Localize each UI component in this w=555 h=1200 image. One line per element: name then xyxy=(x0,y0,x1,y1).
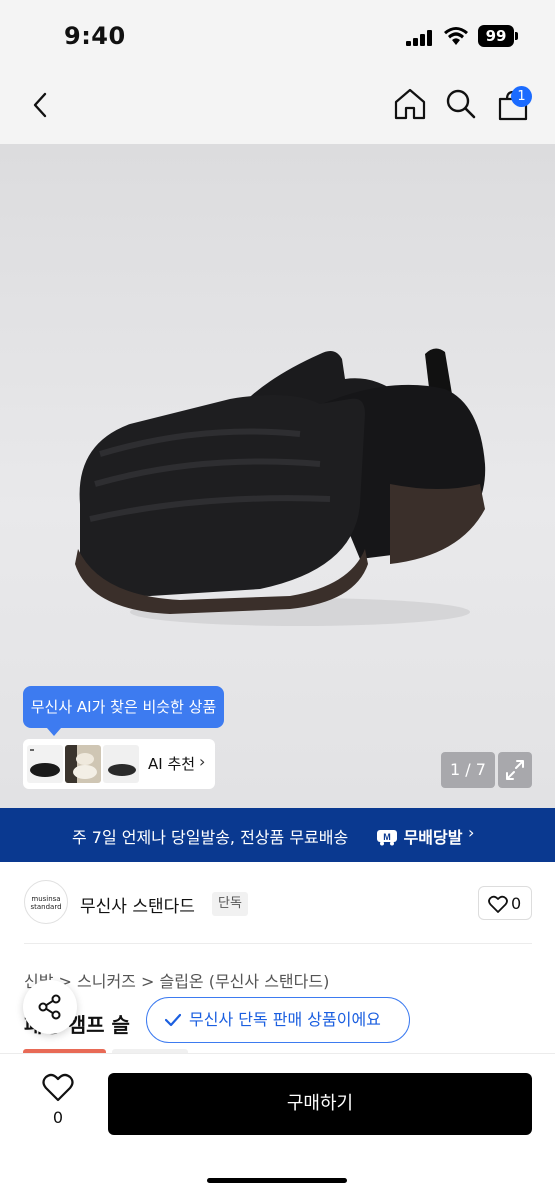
chevron-right-icon: › xyxy=(199,752,206,771)
wifi-icon xyxy=(444,27,468,45)
ai-recommend-label: AI 추천 xyxy=(148,755,196,773)
status-bar: 9:40 99 xyxy=(0,0,555,72)
brand-row[interactable]: musinsa standard 무신사 스탠다드 단독 0 xyxy=(0,862,555,944)
expand-image-button[interactable] xyxy=(498,752,532,788)
brand-name[interactable]: 무신사 스탠다드 xyxy=(80,892,195,917)
brand-like-button[interactable]: 0 xyxy=(478,886,532,920)
chevron-right-icon: › xyxy=(468,823,475,842)
recommendation-thumbnail[interactable] xyxy=(27,745,63,783)
product-image-padded-slippers xyxy=(75,348,486,626)
wishlist-count: 0 xyxy=(52,1108,64,1127)
share-button[interactable] xyxy=(23,980,77,1034)
image-page-counter: 1 / 7 xyxy=(441,752,495,788)
product-image-gallery[interactable]: 무신사 AI가 찾은 비슷한 상품 AI 추천 › 1 / 7 xyxy=(0,144,555,808)
cart-count-badge: 1 xyxy=(511,86,532,107)
recommendation-thumbnail[interactable] xyxy=(65,745,101,783)
divider xyxy=(24,943,532,944)
cellular-signal-icon xyxy=(406,30,434,46)
battery-indicator: 99 xyxy=(478,25,514,47)
recommendation-thumbnail[interactable] xyxy=(103,745,139,783)
status-time: 9:40 xyxy=(64,22,126,50)
heart-icon xyxy=(488,895,508,913)
home-icon[interactable] xyxy=(393,87,427,121)
ai-recommendation-card[interactable]: AI 추천 › xyxy=(23,739,215,789)
free-shipping-logo-text: 무배당발 xyxy=(403,828,463,847)
wishlist-button[interactable]: 0 xyxy=(40,1072,76,1132)
expand-icon xyxy=(506,760,524,780)
svg-text:M: M xyxy=(383,832,391,842)
delivery-banner-text: 주 7일 언제나 당일발송, 전상품 무료배송 xyxy=(72,828,349,847)
exclusive-tag: 단독 xyxy=(212,892,248,916)
ai-similar-products-tooltip: 무신사 AI가 찾은 비슷한 상품 xyxy=(23,686,224,736)
back-arrow-icon[interactable] xyxy=(30,90,50,120)
share-icon xyxy=(38,994,61,1020)
brand-logo[interactable]: musinsa standard xyxy=(24,880,68,924)
brand-like-count: 0 xyxy=(511,894,522,913)
delivery-banner[interactable]: 주 7일 언제나 당일발송, 전상품 무료배송 M 무배당발 › xyxy=(0,808,555,862)
buy-button[interactable]: 구매하기 xyxy=(108,1073,532,1135)
check-icon xyxy=(165,1013,181,1027)
delivery-truck-icon: M xyxy=(377,830,397,846)
home-indicator xyxy=(207,1178,347,1183)
top-nav-bar xyxy=(0,72,555,144)
search-icon[interactable] xyxy=(445,88,477,120)
exclusive-sale-pill[interactable]: 무신사 단독 판매 상품이에요 xyxy=(146,997,410,1043)
exclusive-sale-text: 무신사 단독 판매 상품이에요 xyxy=(189,1010,381,1029)
heart-icon xyxy=(42,1073,74,1102)
free-shipping-logo: M 무배당발 xyxy=(376,824,462,848)
battery-tip xyxy=(515,32,518,40)
